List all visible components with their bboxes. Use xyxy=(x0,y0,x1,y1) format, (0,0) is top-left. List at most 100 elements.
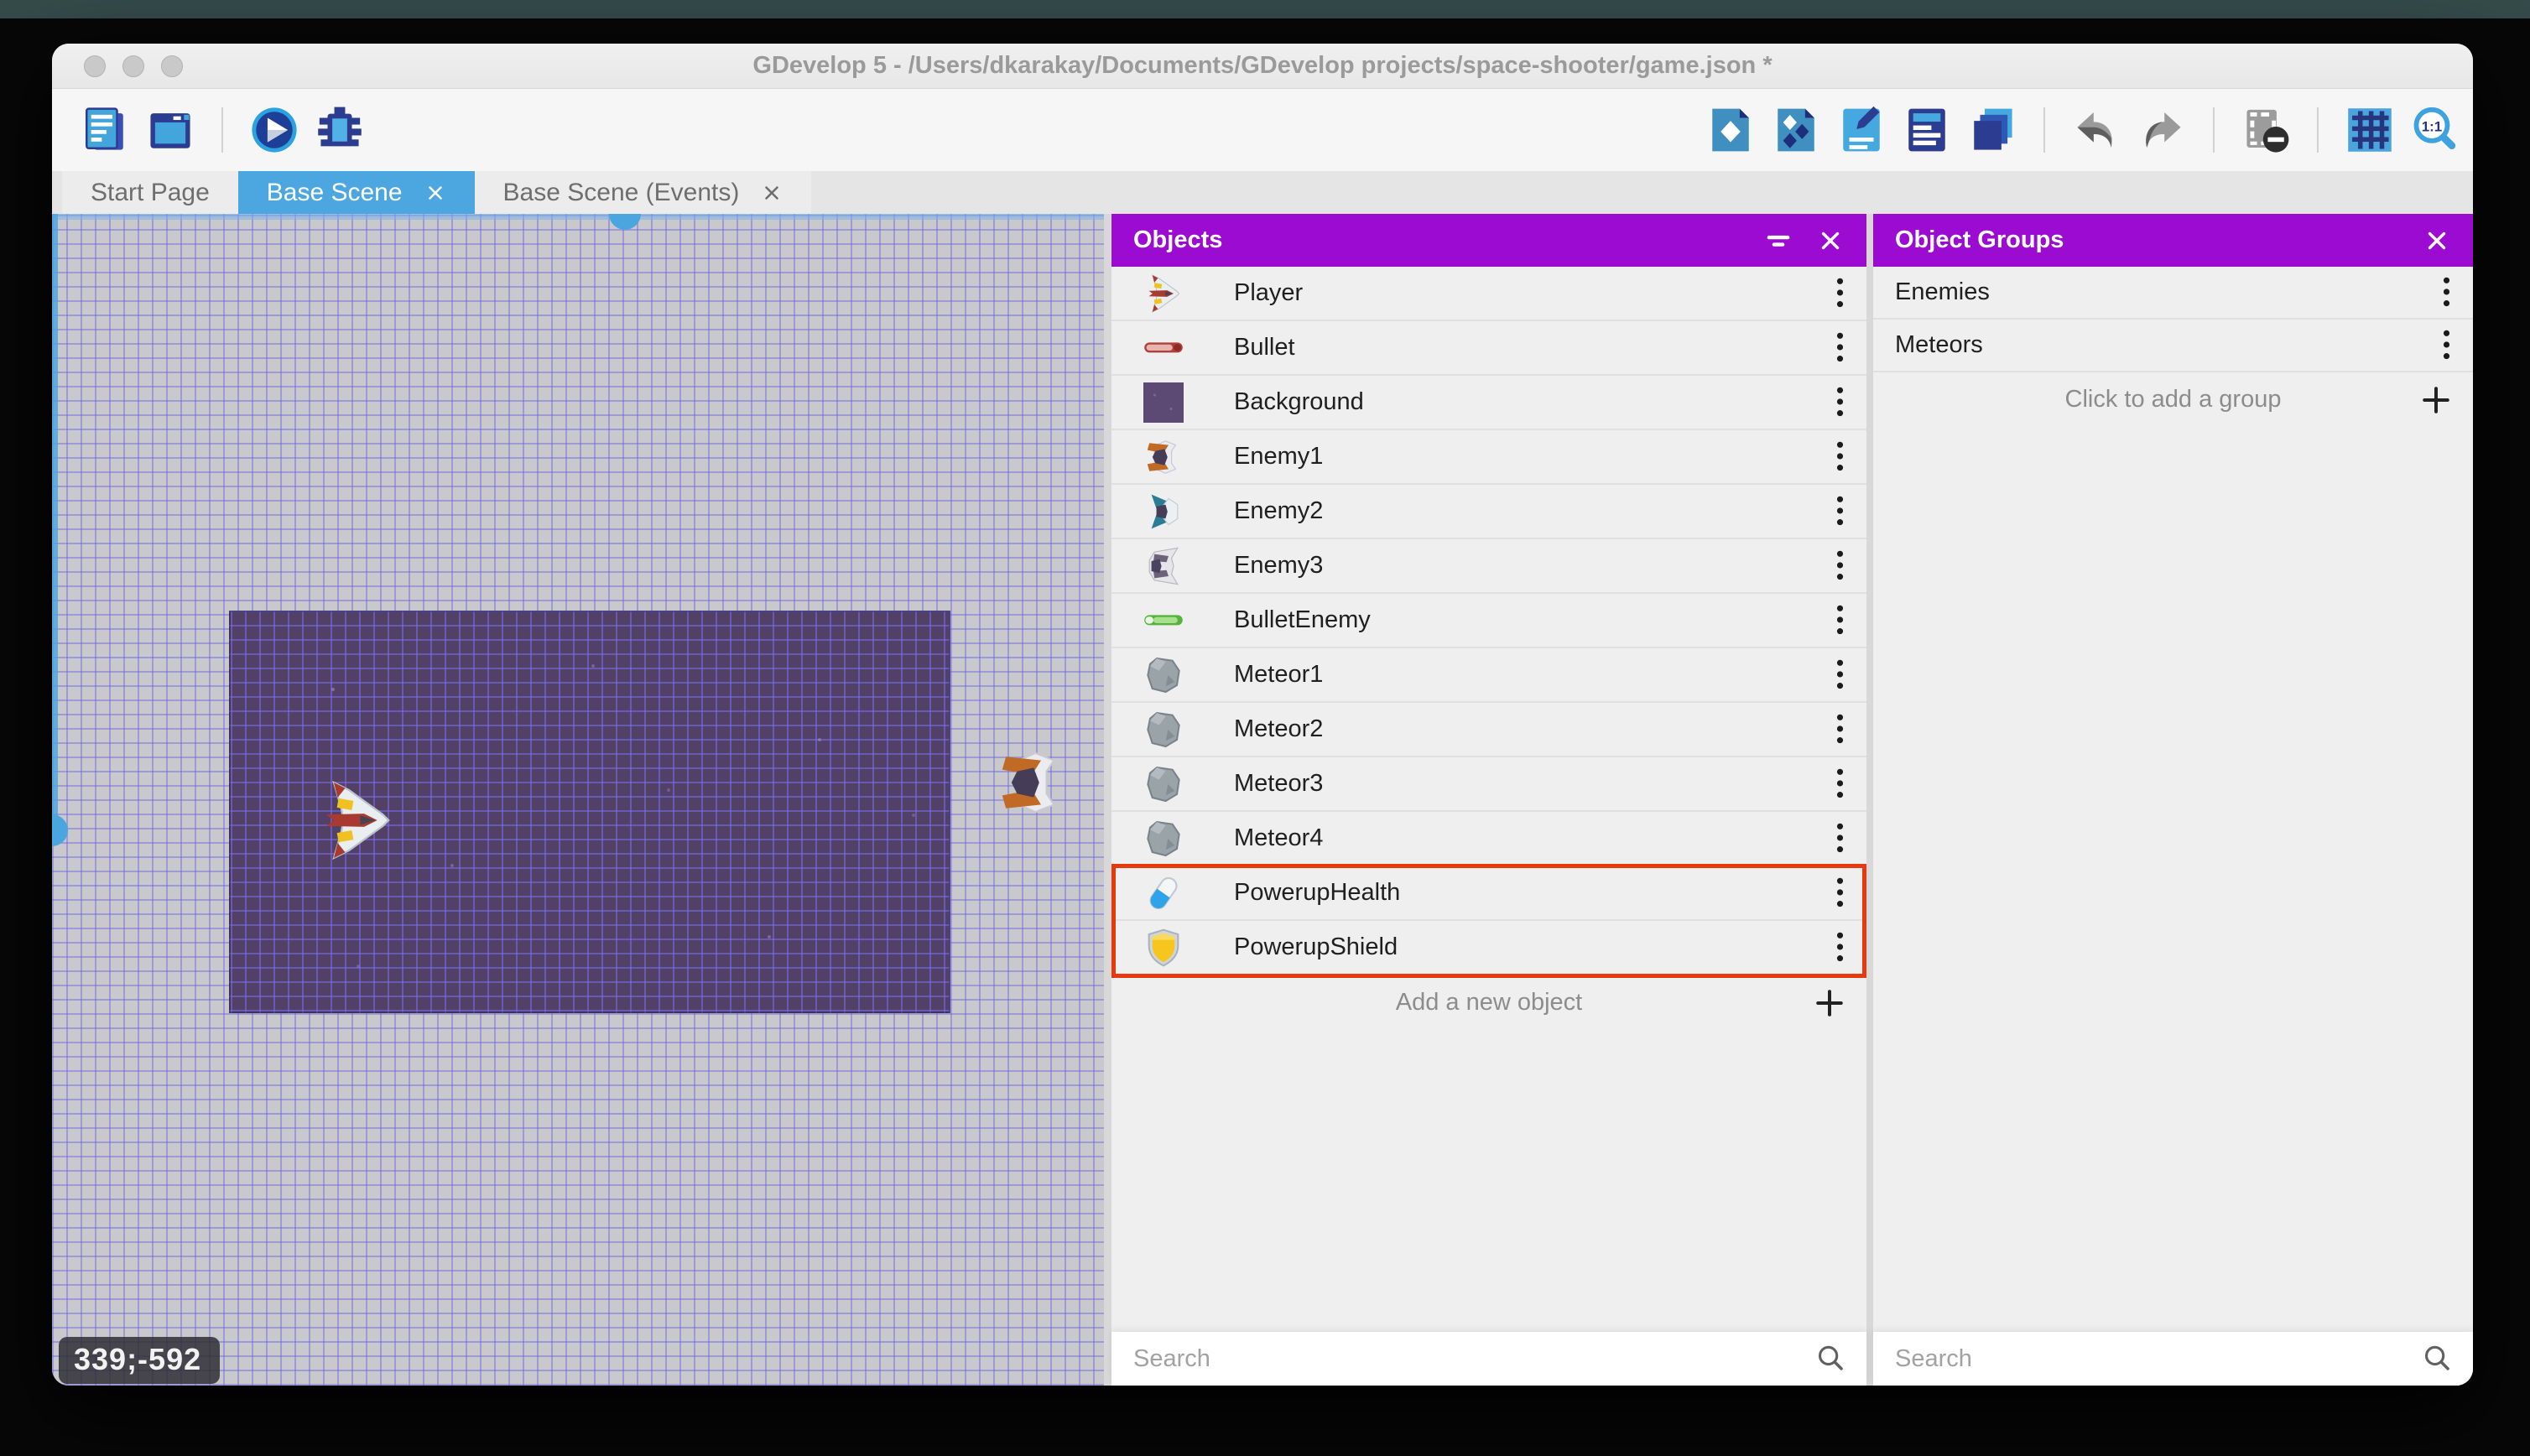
object-row[interactable]: Bullet xyxy=(1111,321,1866,376)
object-label: Background xyxy=(1234,388,1364,415)
play-icon[interactable] xyxy=(250,106,299,154)
tab-bar: Start Page Base Scene Base Scene (Events) xyxy=(52,171,2473,214)
object-row[interactable]: Background xyxy=(1111,376,1866,430)
windowed-preview-icon[interactable] xyxy=(146,106,195,154)
background-icon xyxy=(1143,382,1184,423)
object-label: Enemy1 xyxy=(1234,443,1324,470)
meteor-icon xyxy=(1143,710,1184,750)
group-row[interactable]: Meteors xyxy=(1873,320,2473,372)
object-label: Meteor4 xyxy=(1234,824,1324,851)
object-row[interactable]: PowerupHealth xyxy=(1111,866,1866,921)
undo-icon[interactable] xyxy=(2072,106,2121,154)
traffic-lights[interactable] xyxy=(84,55,183,77)
layers-icon[interactable] xyxy=(1968,106,2017,154)
horizontal-scroll-thumb[interactable] xyxy=(609,214,641,230)
object-label: Enemy3 xyxy=(1234,552,1324,579)
properties-icon[interactable] xyxy=(1837,106,1886,154)
grid-icon[interactable] xyxy=(2345,106,2394,154)
objects-search-input[interactable] xyxy=(1132,1344,1804,1374)
tab-base-scene[interactable]: Base Scene xyxy=(237,171,475,214)
horizontal-scrollbar[interactable] xyxy=(52,214,1104,230)
kebab-menu-icon[interactable] xyxy=(1834,876,1846,911)
kebab-menu-icon[interactable] xyxy=(1834,712,1846,747)
object-row[interactable]: PowerupShield xyxy=(1111,921,1866,975)
enemy2-ship-icon xyxy=(1143,491,1184,532)
group-row[interactable]: Enemies xyxy=(1873,267,2473,320)
toolbar-divider xyxy=(2043,107,2045,153)
object-label: BulletEnemy xyxy=(1234,606,1371,633)
plus-icon xyxy=(1813,986,1846,1020)
filter-icon[interactable] xyxy=(1764,226,1793,255)
groups-search-input[interactable] xyxy=(1893,1344,2411,1374)
object-groups-panel-header: Object Groups xyxy=(1873,214,2473,267)
search-icon[interactable] xyxy=(2421,1343,2453,1375)
kebab-menu-icon[interactable] xyxy=(1834,603,1846,638)
enemy-sprite[interactable] xyxy=(995,746,1069,819)
vertical-scroll-thumb[interactable] xyxy=(52,814,68,846)
close-icon[interactable] xyxy=(1816,226,1845,255)
groups-panel-empty-area xyxy=(1873,427,2473,1332)
instances-list-icon[interactable] xyxy=(1903,106,1951,154)
add-group-button[interactable]: Click to add a group xyxy=(1873,372,2473,427)
tab-close-icon[interactable] xyxy=(761,182,783,204)
object-label: Meteor3 xyxy=(1234,770,1324,797)
project-manager-icon[interactable] xyxy=(81,106,129,154)
search-icon[interactable] xyxy=(1814,1343,1846,1375)
vertical-scrollbar[interactable] xyxy=(52,214,68,846)
debug-icon[interactable] xyxy=(315,106,364,154)
kebab-menu-icon[interactable] xyxy=(1834,930,1846,965)
object-row[interactable]: Player xyxy=(1111,267,1866,321)
main-toolbar: 1:1 xyxy=(52,89,2473,171)
plus-icon xyxy=(2419,383,2453,417)
kebab-menu-icon[interactable] xyxy=(1834,330,1846,366)
kebab-menu-icon[interactable] xyxy=(1834,385,1846,420)
scene-canvas[interactable]: 339;-592 xyxy=(52,214,1104,1386)
tab-base-scene-events[interactable]: Base Scene (Events) xyxy=(474,171,812,214)
kebab-menu-icon[interactable] xyxy=(1834,494,1846,529)
object-row[interactable]: Meteor3 xyxy=(1111,757,1866,812)
meteor-icon xyxy=(1143,819,1184,859)
mask-icon[interactable] xyxy=(2241,106,2290,154)
tab-close-icon[interactable] xyxy=(424,182,446,204)
player-sprite[interactable] xyxy=(319,771,394,870)
object-row[interactable]: BulletEnemy xyxy=(1111,594,1866,648)
objects-list: Player Bullet Background Enemy1 Enemy2 E… xyxy=(1111,267,1866,978)
tab-start-page[interactable]: Start Page xyxy=(62,171,238,214)
object-row[interactable]: Meteor4 xyxy=(1111,812,1866,866)
powerup-shield-icon xyxy=(1143,928,1184,968)
tab-label: Base Scene xyxy=(266,178,403,206)
tab-label: Base Scene (Events) xyxy=(502,178,740,206)
objects-panel-icon[interactable] xyxy=(1706,106,1755,154)
kebab-menu-icon[interactable] xyxy=(1834,767,1846,802)
objects-search-bar xyxy=(1111,1332,1866,1386)
kebab-menu-icon[interactable] xyxy=(1834,549,1846,584)
object-row[interactable]: Meteor1 xyxy=(1111,648,1866,703)
close-icon[interactable] xyxy=(2423,226,2451,255)
kebab-menu-icon[interactable] xyxy=(1834,658,1846,693)
toolbar-divider xyxy=(2213,107,2215,153)
kebab-menu-icon[interactable] xyxy=(2440,275,2453,310)
add-object-button[interactable]: Add a new object xyxy=(1111,975,1866,1030)
kebab-menu-icon[interactable] xyxy=(1834,439,1846,475)
kebab-menu-icon[interactable] xyxy=(2440,328,2453,363)
redo-icon[interactable] xyxy=(2137,106,2186,154)
zoom-1-1-icon[interactable]: 1:1 xyxy=(2411,106,2460,154)
tab-label: Start Page xyxy=(91,178,210,206)
object-label: PowerupHealth xyxy=(1234,879,1401,906)
object-groups-icon[interactable] xyxy=(1772,106,1820,154)
object-label: Meteor2 xyxy=(1234,715,1324,742)
objects-panel-title: Objects xyxy=(1133,226,1223,253)
screenshot-stage: GDevelop 5 - /Users/dkarakay/Documents/G… xyxy=(0,0,2530,1456)
object-row[interactable]: Enemy3 xyxy=(1111,539,1866,594)
cursor-coordinates: 339;-592 xyxy=(59,1337,221,1384)
kebab-menu-icon[interactable] xyxy=(1834,276,1846,311)
object-row[interactable]: Enemy2 xyxy=(1111,485,1866,539)
object-groups-list: Enemies Meteors xyxy=(1873,267,2473,372)
object-row[interactable]: Meteor2 xyxy=(1111,703,1866,757)
kebab-menu-icon[interactable] xyxy=(1834,821,1846,856)
title-bar: GDevelop 5 - /Users/dkarakay/Documents/G… xyxy=(52,44,2473,89)
close-window-button[interactable] xyxy=(84,55,106,77)
zoom-window-button[interactable] xyxy=(161,55,183,77)
minimize-window-button[interactable] xyxy=(122,55,144,77)
object-row[interactable]: Enemy1 xyxy=(1111,430,1866,485)
